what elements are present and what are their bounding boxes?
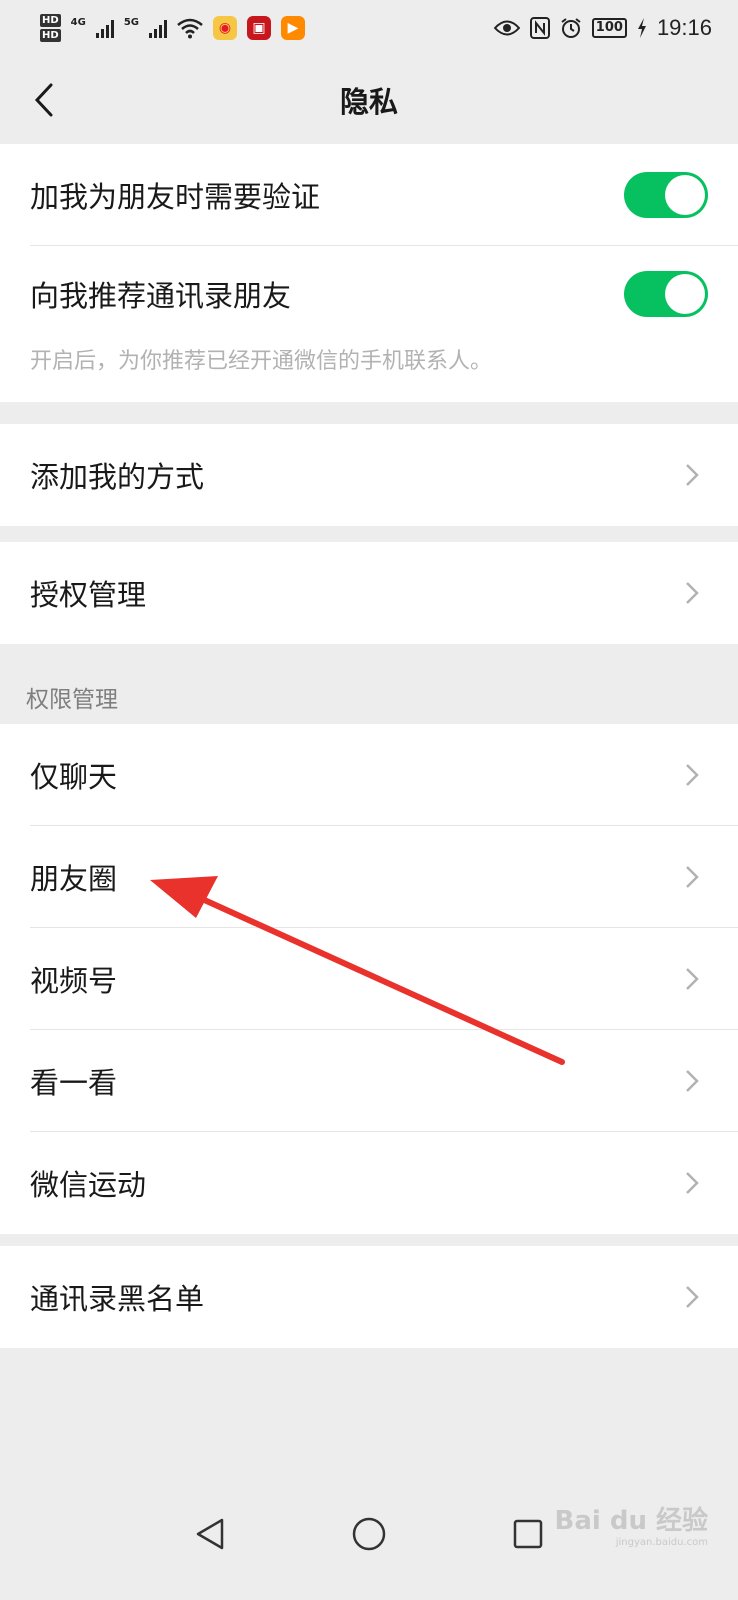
watermark-brand: Bai du 经验 bbox=[554, 1506, 709, 1536]
square-recents-icon bbox=[513, 1519, 543, 1549]
chevron-right-icon bbox=[680, 1285, 704, 1309]
permission-channels-label: 视频号 bbox=[30, 964, 118, 998]
chevron-right-icon bbox=[680, 581, 704, 605]
system-home-button[interactable] bbox=[347, 1512, 391, 1556]
hd-badge-2: HD bbox=[40, 29, 61, 42]
video-app-icon: ▶ bbox=[281, 16, 306, 40]
verify-friend-toggle[interactable] bbox=[624, 172, 708, 218]
list-item[interactable]: 看一看 bbox=[0, 1030, 738, 1132]
list-item[interactable]: 朋友圈 bbox=[0, 826, 738, 928]
triangle-back-icon bbox=[196, 1518, 224, 1550]
circle-home-icon bbox=[352, 1517, 386, 1551]
weibo-icon: ◉ bbox=[213, 16, 238, 40]
permissions-group: 仅聊天 朋友圈 视频号 看一看 微信运动 bbox=[0, 724, 738, 1234]
wifi-icon bbox=[177, 18, 203, 39]
watermark-url: jingyan.baidu.com bbox=[615, 1537, 708, 1548]
news-app-icon: ▣ bbox=[247, 16, 272, 40]
recommend-contacts-hint: 开启后，为你推荐已经开通微信的手机联系人。 bbox=[30, 349, 493, 374]
nfc-icon bbox=[529, 17, 550, 39]
blacklist-label: 通讯录黑名单 bbox=[30, 1282, 205, 1316]
network-type-1: 4G bbox=[70, 16, 86, 28]
recommend-contacts-label: 向我推荐通讯录朋友 bbox=[30, 279, 292, 313]
add-methods-group: 添加我的方式 bbox=[0, 424, 738, 526]
signal-icon-2 bbox=[149, 18, 168, 38]
eye-icon bbox=[493, 20, 520, 36]
permission-top-stories-label: 看一看 bbox=[30, 1066, 118, 1100]
chevron-right-icon bbox=[680, 967, 704, 991]
clock: 19:16 bbox=[656, 15, 712, 40]
chevron-right-icon bbox=[680, 463, 704, 487]
authorization-group: 授权管理 bbox=[0, 542, 738, 644]
navigation-bar: 隐私 bbox=[0, 56, 738, 144]
chevron-left-icon bbox=[34, 83, 53, 117]
add-methods-row[interactable]: 添加我的方式 bbox=[0, 424, 738, 526]
blacklist-group: 通讯录黑名单 bbox=[0, 1246, 738, 1348]
system-back-button[interactable] bbox=[188, 1512, 232, 1556]
authorization-row[interactable]: 授权管理 bbox=[0, 542, 738, 644]
recommend-contacts-toggle[interactable] bbox=[624, 271, 708, 317]
status-left: HD HD 4G 5G ◉ ▣ ▶ bbox=[40, 13, 306, 43]
authorization-label: 授权管理 bbox=[30, 578, 147, 612]
recommend-contacts-row: 向我推荐通讯录朋友 bbox=[0, 246, 738, 342]
list-item[interactable]: 仅聊天 bbox=[0, 724, 738, 826]
verify-friend-row: 加我为朋友时需要验证 bbox=[0, 144, 738, 246]
list-item[interactable]: 微信运动 bbox=[0, 1132, 738, 1234]
permission-werun-label: 微信运动 bbox=[30, 1168, 147, 1202]
permission-chat-only-label: 仅聊天 bbox=[30, 760, 118, 794]
verify-friend-label: 加我为朋友时需要验证 bbox=[30, 180, 321, 214]
system-recents-button[interactable] bbox=[506, 1512, 550, 1556]
battery-icon: 100 bbox=[591, 18, 627, 38]
status-bar: HD HD 4G 5G ◉ ▣ ▶ 100 19:16 bbox=[0, 0, 738, 56]
friend-settings-group: 加我为朋友时需要验证 向我推荐通讯录朋友 开启后，为你推荐已经开通微信的手机联系… bbox=[0, 144, 738, 402]
hd-badge-1: HD bbox=[40, 14, 61, 27]
permission-moments-label: 朋友圈 bbox=[30, 862, 118, 896]
back-button[interactable] bbox=[22, 78, 66, 122]
signal-icon-1 bbox=[95, 18, 114, 38]
blacklist-row[interactable]: 通讯录黑名单 bbox=[0, 1246, 738, 1348]
status-right: 100 19:16 bbox=[493, 15, 712, 41]
alarm-icon bbox=[561, 18, 581, 38]
permissions-section-header: 权限管理 bbox=[26, 687, 118, 713]
chevron-right-icon bbox=[680, 763, 704, 787]
charging-icon bbox=[637, 18, 646, 38]
list-item[interactable]: 视频号 bbox=[0, 928, 738, 1030]
chevron-right-icon bbox=[680, 1171, 704, 1195]
baidu-watermark: Bai du 经验 jingyan.baidu.com bbox=[555, 1500, 709, 1548]
page-title: 隐私 bbox=[339, 85, 398, 119]
chevron-right-icon bbox=[680, 865, 704, 889]
add-methods-label: 添加我的方式 bbox=[30, 460, 205, 494]
chevron-right-icon bbox=[680, 1069, 704, 1093]
network-type-2: 5G bbox=[123, 16, 140, 28]
hd-indicator: HD HD bbox=[40, 13, 61, 43]
